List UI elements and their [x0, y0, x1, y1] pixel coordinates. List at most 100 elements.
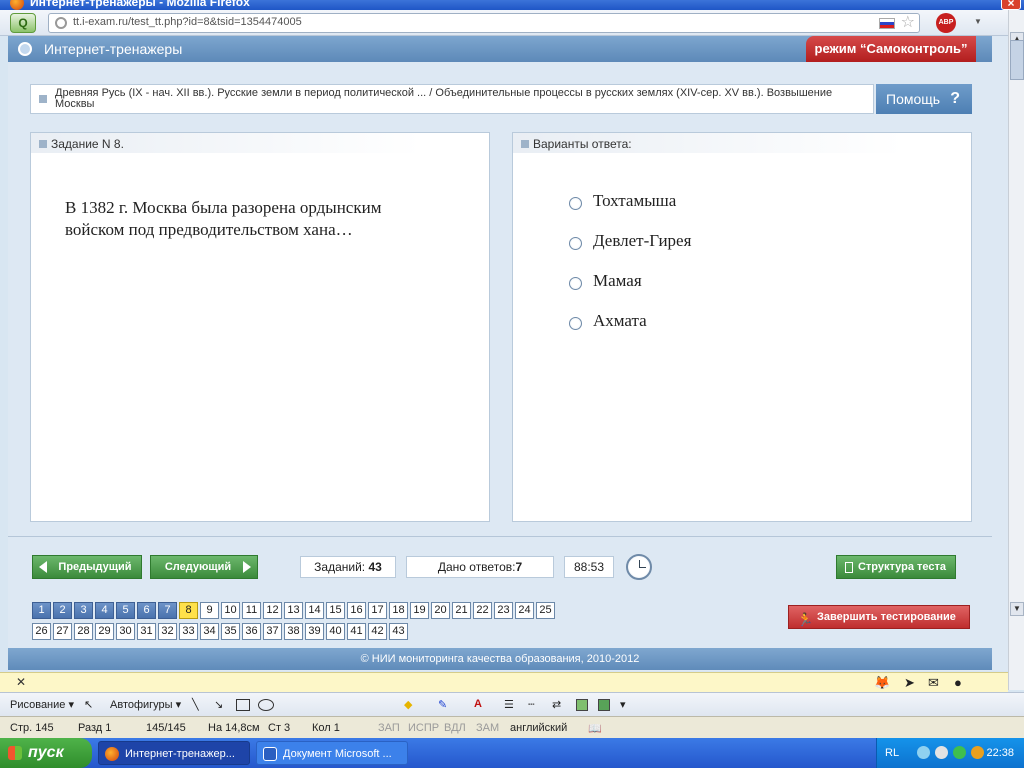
language-indicator[interactable]: RL — [885, 738, 899, 768]
status-rec[interactable]: ЗАП — [378, 722, 400, 734]
answer-label[interactable]: Тохтамыша — [593, 191, 676, 211]
help-button[interactable]: Помощь ? — [876, 84, 972, 114]
next-button[interactable]: Следующий — [150, 555, 258, 579]
window-close-button[interactable]: × — [1001, 0, 1021, 10]
close-icon[interactable]: ✕ — [16, 675, 26, 689]
draw-menu[interactable]: Рисование ▾ — [10, 698, 74, 711]
question-number-32[interactable]: 32 — [158, 623, 177, 640]
question-number-42[interactable]: 42 — [368, 623, 387, 640]
question-number-7[interactable]: 7 — [158, 602, 177, 619]
address-bar[interactable]: tt.i-exam.ru/test_tt.php?id=8&tsid=13544… — [48, 13, 920, 33]
question-number-39[interactable]: 39 — [305, 623, 324, 640]
start-button[interactable]: пуск — [0, 738, 92, 768]
taskbar-item-firefox[interactable]: Интернет-тренажер... — [98, 741, 250, 765]
question-number-24[interactable]: 24 — [515, 602, 534, 619]
mail-icon[interactable]: ✉ — [928, 675, 939, 691]
question-number-8[interactable]: 8 — [179, 602, 198, 619]
question-number-36[interactable]: 36 — [242, 623, 261, 640]
scroll-thumb[interactable] — [1010, 40, 1024, 80]
question-number-30[interactable]: 30 — [116, 623, 135, 640]
spelling-check-icon[interactable]: 📖 — [588, 722, 602, 735]
question-number-38[interactable]: 38 — [284, 623, 303, 640]
adblock-dropdown-icon[interactable]: ▼ — [974, 17, 982, 26]
status-ovr[interactable]: ЗАМ — [476, 722, 499, 734]
question-number-15[interactable]: 15 — [326, 602, 345, 619]
bookmark-star-icon[interactable]: ☆ — [901, 12, 915, 32]
question-number-43[interactable]: 43 — [389, 623, 408, 640]
question-number-17[interactable]: 17 — [368, 602, 387, 619]
previous-button[interactable]: Предыдущий — [32, 555, 142, 579]
question-number-13[interactable]: 13 — [284, 602, 303, 619]
question-number-16[interactable]: 16 — [347, 602, 366, 619]
question-number-12[interactable]: 12 — [263, 602, 282, 619]
adblock-icon[interactable]: ABP — [936, 13, 956, 33]
vertical-scrollbar[interactable]: ▲ ▼ — [1008, 10, 1024, 690]
fill-color-icon[interactable]: ◆ — [404, 698, 412, 711]
tray-app-icon[interactable] — [953, 746, 966, 759]
answer-label[interactable]: Ахмата — [593, 311, 647, 331]
network-icon[interactable] — [917, 746, 930, 759]
fox-icon[interactable]: 🦊 — [874, 675, 890, 691]
cursor-icon[interactable]: ➤ — [904, 675, 915, 691]
firefox-small-icon[interactable]: ● — [954, 675, 962, 690]
question-number-26[interactable]: 26 — [32, 623, 51, 640]
question-number-35[interactable]: 35 — [221, 623, 240, 640]
question-number-27[interactable]: 27 — [53, 623, 72, 640]
radio-button[interactable] — [569, 197, 582, 210]
russian-flag-icon[interactable] — [879, 18, 895, 29]
question-number-33[interactable]: 33 — [179, 623, 198, 640]
question-number-23[interactable]: 23 — [494, 602, 513, 619]
dash-style-icon[interactable]: ┄ — [528, 698, 535, 711]
question-number-41[interactable]: 41 — [347, 623, 366, 640]
oval-icon[interactable] — [258, 699, 274, 711]
status-ext[interactable]: ВДЛ — [444, 722, 466, 734]
font-color-icon[interactable]: A — [474, 698, 482, 710]
question-number-28[interactable]: 28 — [74, 623, 93, 640]
pointer-icon[interactable]: ↖ — [84, 698, 93, 711]
question-number-3[interactable]: 3 — [74, 602, 93, 619]
question-number-29[interactable]: 29 — [95, 623, 114, 640]
question-number-34[interactable]: 34 — [200, 623, 219, 640]
answer-label[interactable]: Мамая — [593, 271, 642, 291]
question-number-21[interactable]: 21 — [452, 602, 471, 619]
question-number-22[interactable]: 22 — [473, 602, 492, 619]
line-icon[interactable]: ╲ — [192, 698, 199, 711]
finish-test-button[interactable]: 🏃 Завершить тестирование — [788, 605, 970, 629]
question-number-25[interactable]: 25 — [536, 602, 555, 619]
arrow-icon[interactable]: ↘ — [214, 698, 223, 711]
question-number-5[interactable]: 5 — [116, 602, 135, 619]
radio-button[interactable] — [569, 237, 582, 250]
line-color-icon[interactable]: ✎ — [438, 698, 447, 711]
arrow-style-icon[interactable]: ⇄ — [552, 698, 561, 711]
question-number-19[interactable]: 19 — [410, 602, 429, 619]
question-number-11[interactable]: 11 — [242, 602, 261, 619]
test-structure-button[interactable]: Структура теста — [836, 555, 956, 579]
question-number-20[interactable]: 20 — [431, 602, 450, 619]
question-number-4[interactable]: 4 — [95, 602, 114, 619]
question-number-14[interactable]: 14 — [305, 602, 324, 619]
3d-icon[interactable] — [598, 699, 610, 711]
radio-button[interactable] — [569, 317, 582, 330]
search-icon[interactable]: Q — [10, 13, 36, 33]
rectangle-icon[interactable] — [236, 699, 250, 711]
question-number-31[interactable]: 31 — [137, 623, 156, 640]
tray-app-icon[interactable] — [971, 746, 984, 759]
question-number-1[interactable]: 1 — [32, 602, 51, 619]
scroll-down-arrow[interactable]: ▼ — [1010, 602, 1024, 616]
answer-label[interactable]: Девлет-Гирея — [593, 231, 691, 251]
status-trk[interactable]: ИСПР — [408, 722, 439, 734]
question-number-6[interactable]: 6 — [137, 602, 156, 619]
question-number-9[interactable]: 9 — [200, 602, 219, 619]
taskbar-item-word[interactable]: Документ Microsoft ... — [256, 741, 408, 765]
volume-icon[interactable] — [935, 746, 948, 759]
question-number-18[interactable]: 18 — [389, 602, 408, 619]
radio-button[interactable] — [569, 277, 582, 290]
line-style-icon[interactable]: ☰ — [504, 698, 514, 711]
question-number-37[interactable]: 37 — [263, 623, 282, 640]
autoshapes-menu[interactable]: Автофигуры ▾ — [110, 698, 181, 711]
question-number-40[interactable]: 40 — [326, 623, 345, 640]
question-number-2[interactable]: 2 — [53, 602, 72, 619]
question-number-10[interactable]: 10 — [221, 602, 240, 619]
toolbar-options-icon[interactable]: ▾ — [620, 698, 626, 711]
shadow-icon[interactable] — [576, 699, 588, 711]
